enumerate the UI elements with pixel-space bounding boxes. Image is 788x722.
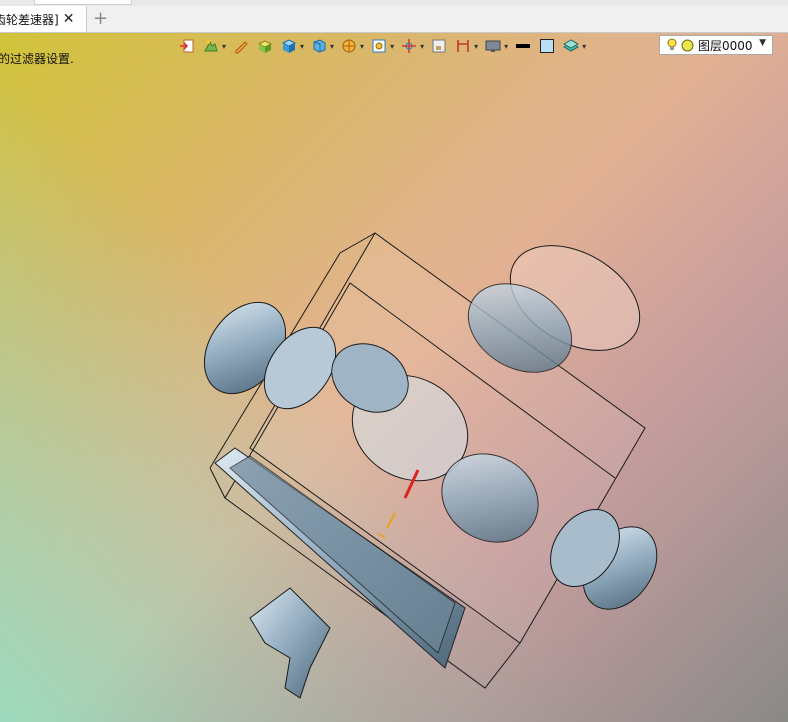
- document-tab-label: 齿轮差速器]: [0, 12, 59, 27]
- face-color-icon[interactable]: [538, 37, 556, 55]
- chevron-down-icon: ▼: [759, 38, 766, 48]
- chevron-down-icon[interactable]: ▾: [504, 42, 508, 51]
- line-color-icon[interactable]: [514, 37, 532, 55]
- shaded-box-icon[interactable]: [256, 37, 274, 55]
- close-icon[interactable]: ✕: [63, 11, 75, 27]
- document-tab-bar: 齿轮差速器] ✕ +: [0, 6, 788, 33]
- chevron-down-icon[interactable]: ▾: [330, 42, 334, 51]
- document-tab[interactable]: 齿轮差速器] ✕: [0, 6, 87, 32]
- exit-sketch-icon[interactable]: [178, 37, 196, 55]
- differential-3d-model[interactable]: [190, 198, 700, 708]
- zoom-fit-icon[interactable]: [370, 37, 388, 55]
- graphics-viewport[interactable]: 的过滤器设置. ▾ ▾ ▾ ▾ ▾ ▾ ▾ ▾ ▾ 图层0000 ▼: [0, 33, 788, 722]
- origin-axes-icon[interactable]: [400, 37, 418, 55]
- layer-select[interactable]: 图层0000 ▼: [659, 35, 773, 55]
- chevron-down-icon[interactable]: ▾: [474, 42, 478, 51]
- iso-view-icon[interactable]: [310, 37, 328, 55]
- datum-plane-icon[interactable]: [430, 37, 448, 55]
- chevron-down-icon[interactable]: ▾: [420, 42, 424, 51]
- filter-message: 的过滤器设置.: [0, 52, 74, 66]
- layer-manager-icon[interactable]: [562, 37, 580, 55]
- chevron-down-icon[interactable]: ▾: [390, 42, 394, 51]
- light-bulb-icon: [667, 38, 677, 50]
- render-mode-icon[interactable]: [202, 37, 220, 55]
- layer-name: 图层0000: [698, 38, 753, 53]
- measure-pen-icon[interactable]: [232, 37, 250, 55]
- chevron-down-icon[interactable]: ▾: [582, 42, 586, 51]
- chevron-down-icon[interactable]: ▾: [300, 42, 304, 51]
- display-monitor-icon[interactable]: [484, 37, 502, 55]
- dimension-icon[interactable]: [454, 37, 472, 55]
- section-view-icon[interactable]: [340, 37, 358, 55]
- view-toolbar: ▾ ▾ ▾ ▾ ▾ ▾ ▾ ▾ ▾: [178, 35, 586, 57]
- cube-view-icon[interactable]: [280, 37, 298, 55]
- layer-status-icon: [681, 39, 694, 51]
- chevron-down-icon[interactable]: ▾: [222, 42, 226, 51]
- chevron-down-icon[interactable]: ▾: [360, 42, 364, 51]
- command-field[interactable]: [34, 0, 132, 5]
- plus-icon[interactable]: +: [93, 8, 108, 29]
